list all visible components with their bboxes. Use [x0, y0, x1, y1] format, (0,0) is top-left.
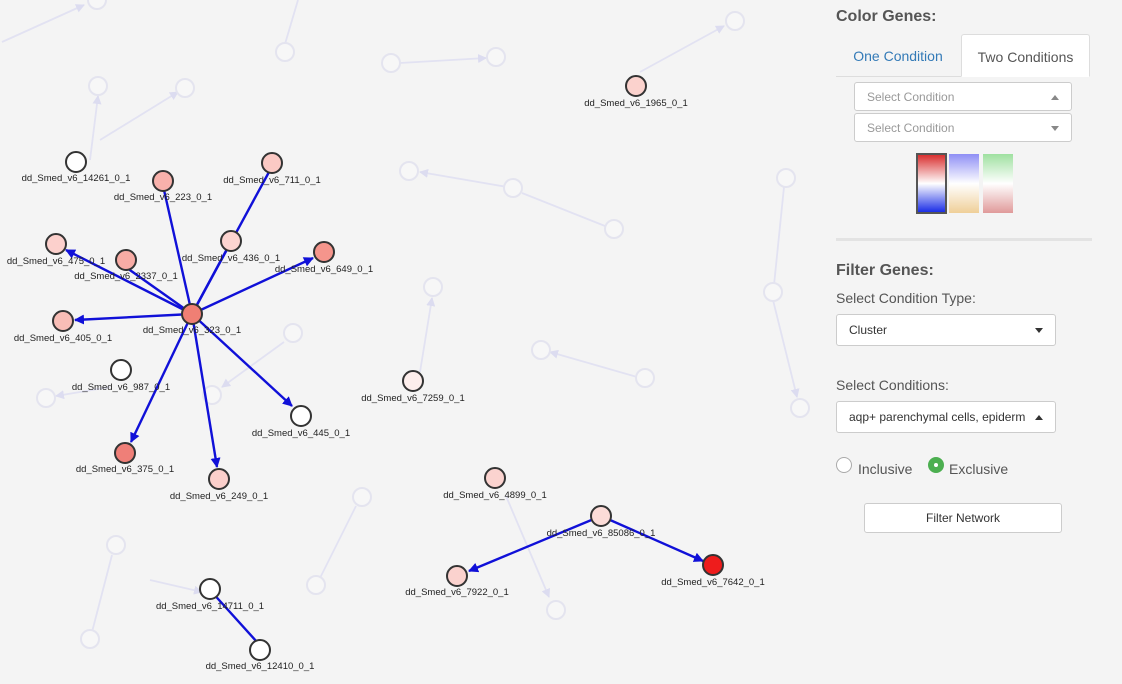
gene-label: dd_Smed_v6_436_0_1	[182, 253, 280, 264]
gene-node[interactable]: dd_Smed_v6_12410_0_1	[206, 639, 315, 672]
control-panel: Color Genes: One Condition Two Condition…	[820, 0, 1116, 684]
gene-label: dd_Smed_v6_7259_0_1	[361, 393, 465, 404]
gene-label: dd_Smed_v6_7642_0_1	[661, 577, 765, 588]
radio-inclusive[interactable]	[836, 457, 852, 473]
gene-label: dd_Smed_v6_405_0_1	[14, 333, 112, 344]
color-scheme-green-red[interactable]	[983, 154, 1013, 213]
gene-label: dd_Smed_v6_323_0_1	[143, 325, 241, 336]
gene-label: dd_Smed_v6_2337_0_1	[74, 271, 178, 282]
color-scheme-red-blue[interactable]	[916, 153, 947, 214]
section-divider	[836, 238, 1092, 241]
gene-label: dd_Smed_v6_14711_0_1	[156, 601, 264, 612]
caret-up-icon	[1035, 415, 1043, 420]
radio-exclusive[interactable]	[928, 457, 944, 473]
gene-label: dd_Smed_v6_375_0_1	[76, 464, 174, 475]
condition-type-value: Cluster	[849, 323, 888, 337]
background-nodes	[36, 0, 810, 649]
gene-node[interactable]: dd_Smed_v6_475_0_1	[7, 233, 105, 267]
gene-label: dd_Smed_v6_12410_0_1	[206, 661, 315, 672]
filter-genes-title: Filter Genes:	[836, 262, 934, 279]
gene-node[interactable]: dd_Smed_v6_436_0_1	[182, 230, 280, 264]
gene-node[interactable]: dd_Smed_v6_649_0_1	[275, 241, 373, 275]
gene-label: dd_Smed_v6_85086_0_1	[547, 528, 656, 539]
gene-node[interactable]: dd_Smed_v6_711_0_1	[223, 152, 321, 186]
gene-node[interactable]: dd_Smed_v6_85086_0_1	[547, 505, 656, 539]
gene-node[interactable]: dd_Smed_v6_445_0_1	[252, 405, 350, 439]
condition-tabs: One Condition Two Conditions	[836, 34, 1090, 77]
select-condition-2[interactable]: Select Condition	[854, 113, 1072, 142]
select-condition-1-placeholder: Select Condition	[867, 90, 955, 104]
gene-node[interactable]: dd_Smed_v6_14711_0_1	[156, 578, 264, 612]
gene-node[interactable]: dd_Smed_v6_375_0_1	[76, 442, 174, 475]
gene-node[interactable]: dd_Smed_v6_1965_0_1	[584, 75, 688, 109]
radio-inclusive-label: Inclusive	[858, 461, 913, 477]
gene-node[interactable]: dd_Smed_v6_7259_0_1	[361, 370, 465, 404]
tab-two-conditions[interactable]: Two Conditions	[961, 34, 1090, 77]
gene-label: dd_Smed_v6_475_0_1	[7, 256, 105, 267]
gene-node[interactable]: dd_Smed_v6_4899_0_1	[443, 467, 547, 501]
caret-down-icon	[1035, 328, 1043, 333]
tab-one-condition[interactable]: One Condition	[836, 34, 960, 75]
select-condition-1[interactable]: Select Condition	[854, 82, 1072, 111]
gene-label: dd_Smed_v6_249_0_1	[170, 491, 268, 502]
caret-down-icon	[1051, 126, 1059, 131]
gene-node[interactable]: dd_Smed_v6_7642_0_1	[661, 554, 765, 588]
conditions-value: aqp+ parenchymal cells, epiderm	[849, 410, 1026, 424]
gene-label: dd_Smed_v6_223_0_1	[114, 192, 212, 203]
conditions-select[interactable]: aqp+ parenchymal cells, epiderm	[836, 401, 1056, 433]
gene-label: dd_Smed_v6_7922_0_1	[405, 587, 509, 598]
gene-node[interactable]: dd_Smed_v6_405_0_1	[14, 310, 112, 344]
select-condition-2-placeholder: Select Condition	[867, 121, 955, 135]
gene-label: dd_Smed_v6_445_0_1	[252, 428, 350, 439]
radio-exclusive-label: Exclusive	[949, 461, 1009, 477]
gene-label: dd_Smed_v6_987_0_1	[72, 382, 170, 393]
conditions-label: Select Conditions:	[836, 377, 949, 393]
gene-label: dd_Smed_v6_711_0_1	[223, 175, 321, 186]
condition-type-select[interactable]: Cluster	[836, 314, 1056, 346]
gene-label: dd_Smed_v6_14261_0_1	[22, 173, 131, 184]
gene-label: dd_Smed_v6_649_0_1	[275, 264, 373, 275]
gene-node[interactable]: dd_Smed_v6_323_0_1	[143, 303, 241, 336]
color-genes-title: Color Genes:	[836, 8, 937, 25]
caret-up-icon	[1051, 95, 1059, 100]
color-scheme-blue-orange[interactable]	[949, 154, 979, 213]
gene-label: dd_Smed_v6_1965_0_1	[584, 98, 688, 109]
gene-node[interactable]: dd_Smed_v6_14261_0_1	[22, 151, 131, 184]
filter-network-button[interactable]: Filter Network	[864, 503, 1062, 533]
condition-type-label: Select Condition Type:	[836, 290, 976, 306]
active-edges	[65, 171, 704, 643]
gene-node[interactable]: dd_Smed_v6_7922_0_1	[405, 565, 509, 598]
gene-label: dd_Smed_v6_4899_0_1	[443, 490, 547, 501]
gene-node[interactable]: dd_Smed_v6_987_0_1	[72, 359, 170, 393]
gene-node[interactable]: dd_Smed_v6_249_0_1	[170, 468, 268, 502]
